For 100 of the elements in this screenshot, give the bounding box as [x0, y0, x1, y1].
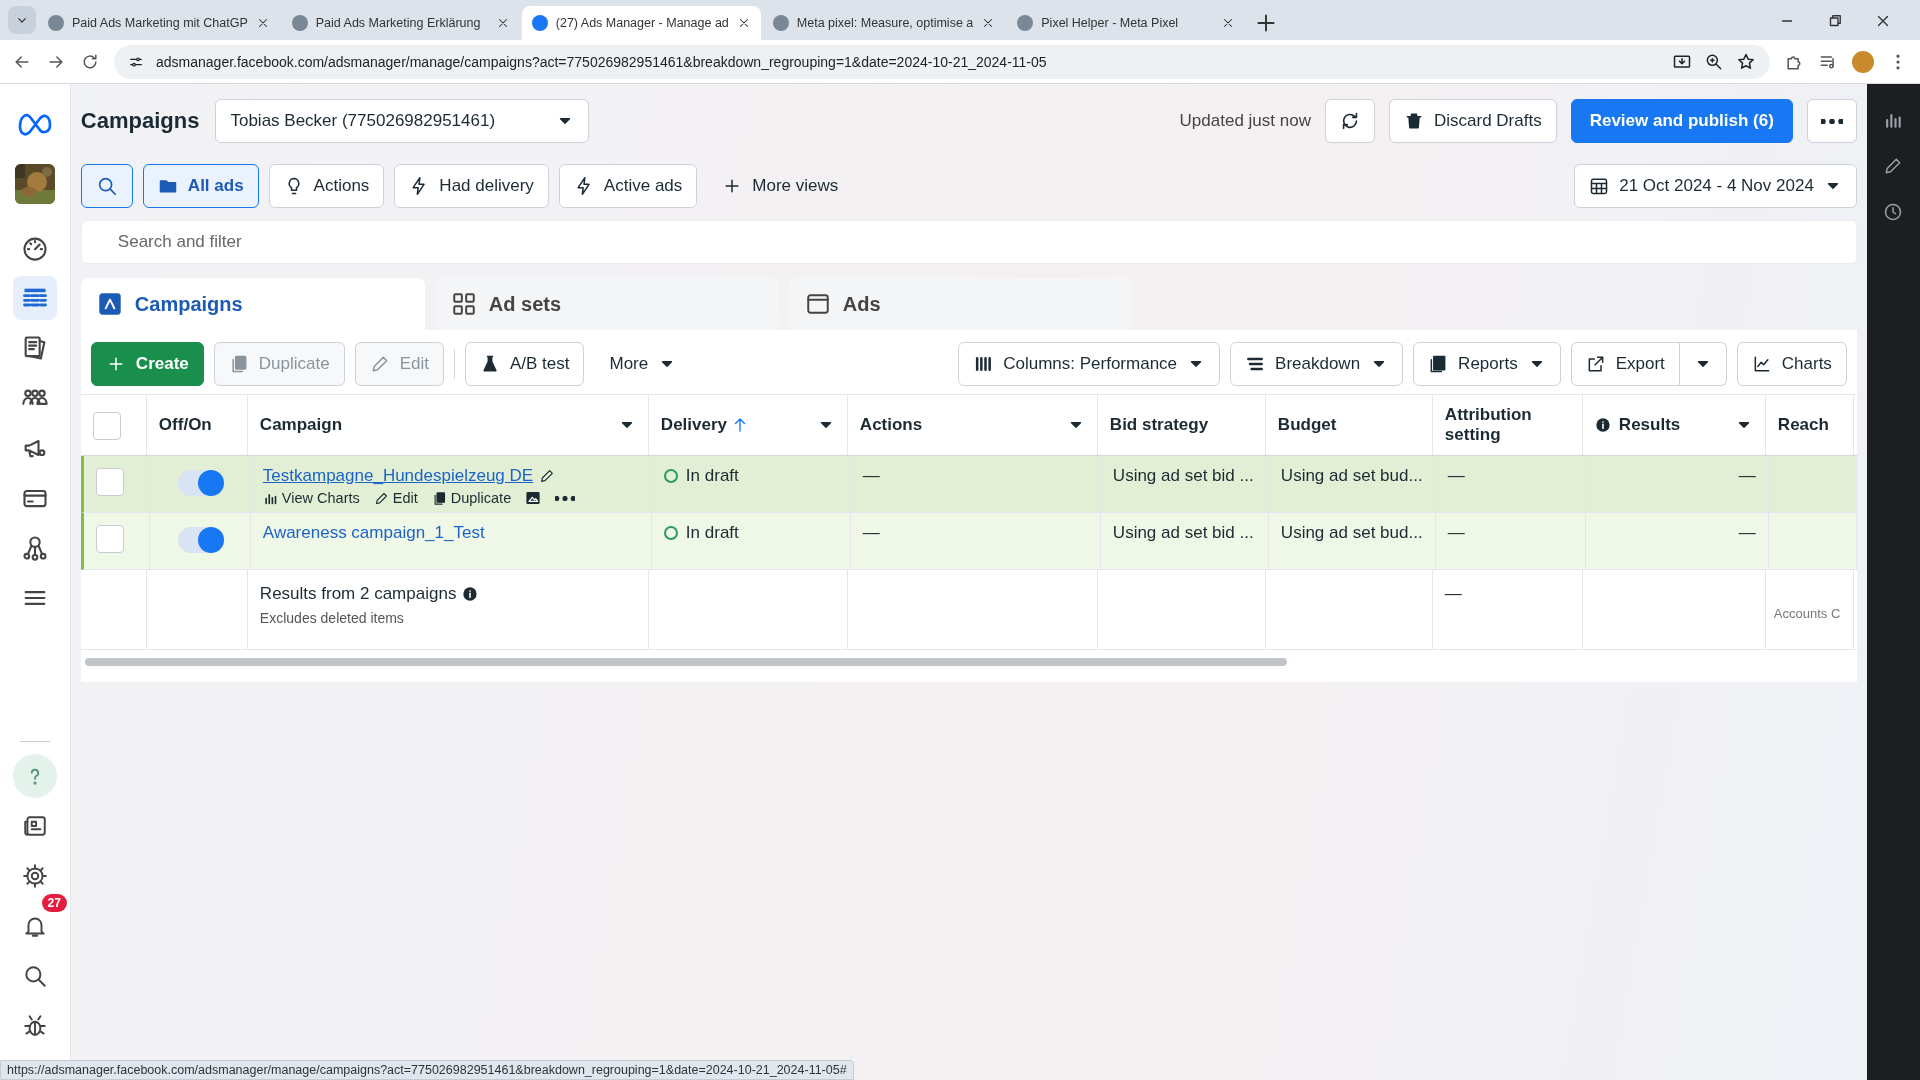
- row-action-link[interactable]: Edit: [373, 490, 418, 506]
- create-button[interactable]: Create: [90, 342, 204, 386]
- bookmark-icon[interactable]: [1736, 51, 1756, 72]
- status-icon: [663, 526, 678, 540]
- level-tab[interactable]: Campaigns: [80, 278, 425, 330]
- notification-badge: 27: [41, 894, 67, 912]
- toolbar-button[interactable]: A/B test: [464, 342, 585, 386]
- table-cell: —: [1447, 466, 1465, 486]
- table-cell: In draft: [685, 523, 739, 543]
- ad-icon: [804, 291, 831, 317]
- level-tab[interactable]: Ad sets: [434, 278, 779, 330]
- pencil-icon: [373, 490, 389, 506]
- news-icon: [21, 813, 48, 839]
- table-row[interactable]: Testkampagne_Hundespielzeug DE View Charts Edit Duplicate In draft — Using ad set bid ... Using ad set bud... — —: [80, 456, 1857, 513]
- discard-drafts-button[interactable]: Discard Drafts: [1388, 99, 1557, 143]
- favicon: [1017, 15, 1034, 31]
- favicon: [531, 15, 548, 31]
- search-button[interactable]: [80, 164, 133, 208]
- update-status: Updated just now: [1179, 111, 1311, 131]
- more-views-button[interactable]: More views: [707, 164, 854, 208]
- columns-icon: [973, 354, 994, 374]
- more-button[interactable]: [1806, 99, 1857, 143]
- profile-avatar[interactable]: [1852, 50, 1874, 73]
- status-icon: [663, 469, 678, 483]
- table-row[interactable]: Awareness campaign_1_Test In draft — Using ad set bid ... Using ad set bud... — —: [80, 513, 1857, 570]
- table-cell: —: [862, 466, 880, 486]
- info-icon: [1594, 417, 1611, 433]
- tab-title: Paid Ads Marketing Erklärung: [315, 16, 482, 30]
- info-icon: [462, 586, 479, 602]
- toolbar-button[interactable]: Reports: [1413, 342, 1561, 386]
- checkbox[interactable]: [92, 412, 121, 440]
- table-cell-text: Accounts C: [1773, 606, 1842, 621]
- campaign-link[interactable]: Testkampagne_Hundespielzeug DE: [262, 466, 534, 486]
- table-cell: Using ad set bid ...: [1112, 466, 1254, 486]
- row-action-link[interactable]: Duplicate: [431, 490, 512, 506]
- url-text: adsmanager.facebook.com/adsmanager/manage/campaigns?act=775026982951461&breakdown_regrouping=1&date=2024-10-21_2024-11-05: [156, 53, 1048, 70]
- clock-icon[interactable]: [1883, 202, 1904, 222]
- level-tab[interactable]: Ads: [788, 278, 1133, 330]
- image-icon[interactable]: [525, 490, 542, 506]
- address-field[interactable]: adsmanager.facebook.com/adsmanager/manage/campaigns?act=775026982951461&breakdown_regrouping=1&date=2024-10-21_2024-11-05: [114, 44, 1770, 79]
- column-header[interactable]: Reach: [1765, 395, 1854, 455]
- toolbar-button[interactable]: Breakdown: [1230, 342, 1404, 386]
- column-header[interactable]: Attribution setting: [1432, 395, 1583, 455]
- column-header[interactable]: Off/On: [146, 395, 248, 455]
- refresh-button[interactable]: [1324, 99, 1375, 143]
- checkbox[interactable]: [95, 468, 124, 496]
- toggle-switch[interactable]: [177, 470, 224, 496]
- horizontal-scrollbar[interactable]: [84, 658, 1287, 666]
- browser-tab[interactable]: Paid Ads Marketing mit ChatGP: [38, 6, 280, 40]
- table-cell-text: —: [1444, 584, 1463, 604]
- view-tab[interactable]: Had delivery: [394, 164, 549, 208]
- toggle-switch[interactable]: [177, 527, 224, 553]
- view-tab[interactable]: All ads: [142, 164, 259, 208]
- column-header[interactable]: Bid strategy: [1097, 395, 1266, 455]
- table-cell: —: [1738, 523, 1756, 543]
- campaign-icon: [96, 291, 123, 317]
- favicon: [48, 15, 64, 31]
- column-header[interactable]: Campaign: [247, 395, 649, 455]
- table-cell: —: [862, 523, 880, 543]
- browser-tab[interactable]: Meta pixel: Measure, optimise a: [762, 6, 1006, 40]
- table-cell: Using ad set bid ...: [1112, 523, 1254, 543]
- summary-title: Results from 2 campaigns: [259, 584, 457, 604]
- more-dropdown[interactable]: More: [594, 342, 692, 386]
- date-range-picker[interactable]: 21 Oct 2024 - 4 Nov 2024: [1574, 164, 1857, 208]
- checkbox[interactable]: [95, 525, 124, 553]
- row-action-link[interactable]: View Charts: [262, 490, 360, 506]
- toolbar-button[interactable]: Charts: [1736, 342, 1847, 386]
- table-cell: In draft: [685, 466, 739, 486]
- settings-icon: [21, 863, 48, 889]
- toolbar-button[interactable]: Export: [1570, 342, 1680, 386]
- page-title: Campaigns: [80, 108, 200, 134]
- search-field[interactable]: Search and filter: [80, 220, 1857, 264]
- tab-title: Pixel Helper - Meta Pixel: [1041, 16, 1180, 30]
- view-tab[interactable]: Actions: [268, 164, 385, 208]
- pencil-icon[interactable]: [539, 468, 556, 484]
- tab-title: Paid Ads Marketing mit ChatGP: [72, 16, 248, 30]
- column-header[interactable]: Delivery: [648, 395, 848, 455]
- account-dropdown[interactable]: Tobias Becker (775026982951461): [215, 99, 590, 143]
- browser-tab[interactable]: (27) Ads Manager - Manage ad: [521, 6, 761, 40]
- copy-icon: [431, 490, 447, 506]
- browser-tab[interactable]: Pixel Helper - Meta Pixel: [1007, 6, 1246, 40]
- campaign-link[interactable]: Awareness campaign_1_Test: [262, 523, 485, 543]
- table-cell: —: [1447, 523, 1465, 543]
- tab-title: Meta pixel: Measure, optimise a: [796, 16, 974, 30]
- publish-button[interactable]: Review and publish (6): [1570, 99, 1793, 143]
- column-header[interactable]: Results: [1582, 395, 1766, 455]
- summary-note: Excludes deleted items: [259, 610, 405, 626]
- column-header[interactable]: Budget: [1265, 395, 1433, 455]
- tab-title: (27) Ads Manager - Manage ad: [555, 16, 729, 30]
- favicon: [291, 15, 308, 31]
- table-cell: Using ad set bud...: [1280, 466, 1423, 486]
- more-icon: [1820, 118, 1843, 124]
- more-icon[interactable]: [555, 495, 576, 501]
- table-cell: —: [1738, 466, 1756, 486]
- toolbar-button[interactable]: Columns: Performance: [958, 342, 1221, 386]
- browser-tab[interactable]: Paid Ads Marketing Erklärung: [281, 6, 520, 40]
- view-tab[interactable]: Active ads: [558, 164, 698, 208]
- status-url: https://adsmanager.facebook.com/adsmanager/manage/campaigns?act=775026982951461&breakdown_regrouping=1&date=2024-10-21_2024-11-05#: [0, 1060, 854, 1080]
- rail-item[interactable]: [12, 276, 57, 320]
- column-header[interactable]: Actions: [847, 395, 1098, 455]
